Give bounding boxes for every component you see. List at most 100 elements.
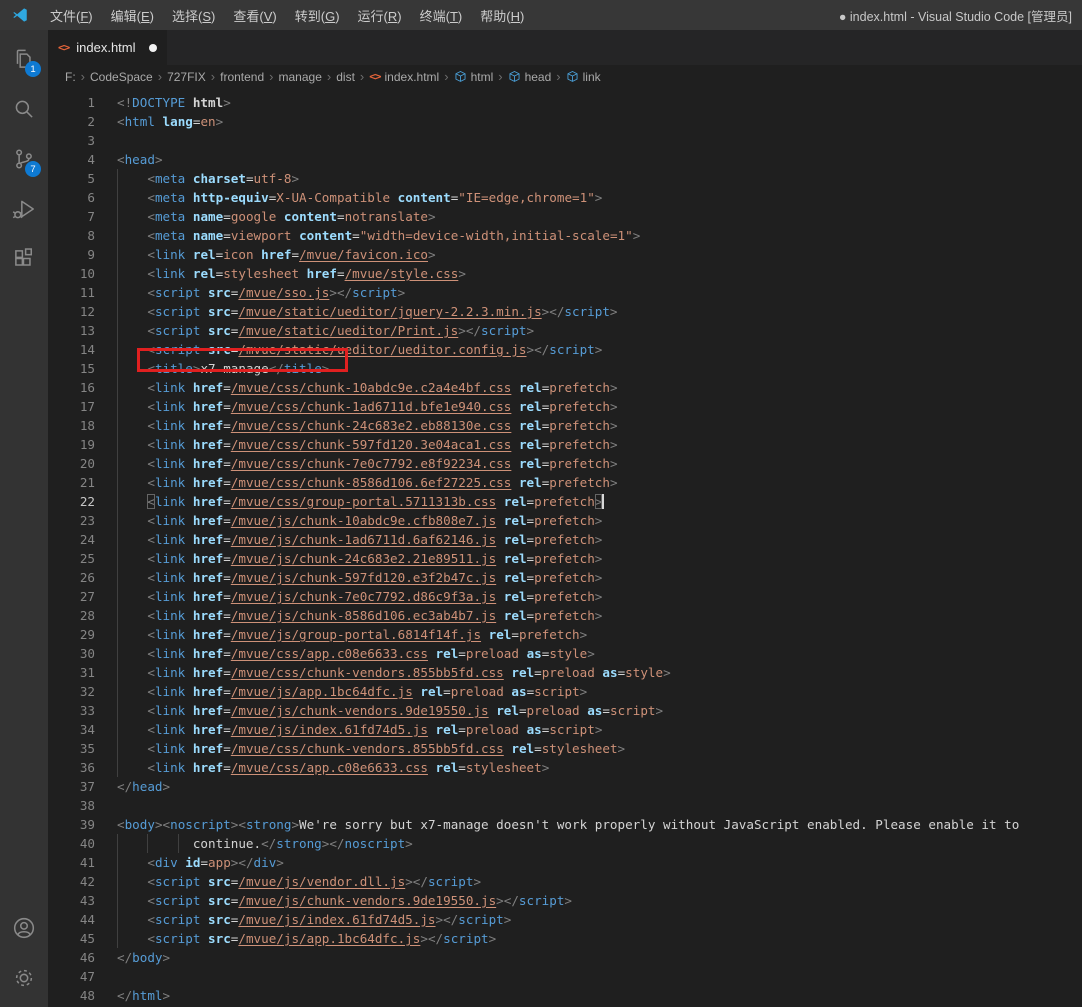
line-number-6[interactable]: 6	[48, 188, 95, 207]
line-number-17[interactable]: 17	[48, 397, 95, 416]
code-line-13[interactable]: 13 <script src=/mvue/static/ueditor/Prin…	[48, 321, 1082, 340]
line-number-42[interactable]: 42	[48, 872, 95, 891]
account-icon[interactable]	[0, 903, 48, 953]
code-line-27[interactable]: 27 <link href=/mvue/js/chunk-7e0c7792.d8…	[48, 587, 1082, 606]
code-line-18[interactable]: 18 <link href=/mvue/css/chunk-24c683e2.e…	[48, 416, 1082, 435]
code-line-33[interactable]: 33 <link href=/mvue/js/chunk-vendors.9de…	[48, 701, 1082, 720]
code-line-17[interactable]: 17 <link href=/mvue/css/chunk-1ad6711d.b…	[48, 397, 1082, 416]
line-number-4[interactable]: 4	[48, 150, 95, 169]
code-line-25[interactable]: 25 <link href=/mvue/js/chunk-24c683e2.21…	[48, 549, 1082, 568]
line-number-29[interactable]: 29	[48, 625, 95, 644]
code-line-20[interactable]: 20 <link href=/mvue/css/chunk-7e0c7792.e…	[48, 454, 1082, 473]
source-control-icon[interactable]: 7	[0, 134, 48, 184]
code-line-19[interactable]: 19 <link href=/mvue/css/chunk-597fd120.3…	[48, 435, 1082, 454]
code-line-8[interactable]: 8 <meta name=viewport content="width=dev…	[48, 226, 1082, 245]
line-number-34[interactable]: 34	[48, 720, 95, 739]
line-number-22[interactable]: 22	[48, 492, 95, 511]
code-line-44[interactable]: 44 <script src=/mvue/js/index.61fd74d5.j…	[48, 910, 1082, 929]
breadcrumb-segment-html[interactable]: html	[454, 70, 494, 84]
code-line-35[interactable]: 35 <link href=/mvue/css/chunk-vendors.85…	[48, 739, 1082, 758]
code-line-26[interactable]: 26 <link href=/mvue/js/chunk-597fd120.e3…	[48, 568, 1082, 587]
code-line-40[interactable]: 40 continue.</strong></noscript>	[48, 834, 1082, 853]
line-number-47[interactable]: 47	[48, 967, 95, 986]
code-line-6[interactable]: 6 <meta http-equiv=X-UA-Compatible conte…	[48, 188, 1082, 207]
menu-run[interactable]: 运行(R)	[349, 3, 411, 28]
line-number-9[interactable]: 9	[48, 245, 95, 264]
run-debug-icon[interactable]	[0, 184, 48, 234]
line-number-18[interactable]: 18	[48, 416, 95, 435]
code-line-5[interactable]: 5 <meta charset=utf-8>	[48, 169, 1082, 188]
code-line-46[interactable]: 46</body>	[48, 948, 1082, 967]
line-number-28[interactable]: 28	[48, 606, 95, 625]
menu-file[interactable]: 文件(F)	[41, 3, 102, 28]
breadcrumb-segment-frontend[interactable]: frontend	[220, 70, 264, 84]
line-number-37[interactable]: 37	[48, 777, 95, 796]
breadcrumb-segment-head[interactable]: head	[508, 70, 552, 84]
line-number-10[interactable]: 10	[48, 264, 95, 283]
code-line-7[interactable]: 7 <meta name=google content=notranslate>	[48, 207, 1082, 226]
line-number-19[interactable]: 19	[48, 435, 95, 454]
line-number-14[interactable]: 14	[48, 340, 95, 359]
code-line-34[interactable]: 34 <link href=/mvue/js/index.61fd74d5.js…	[48, 720, 1082, 739]
code-line-21[interactable]: 21 <link href=/mvue/css/chunk-8586d106.6…	[48, 473, 1082, 492]
line-number-38[interactable]: 38	[48, 796, 95, 815]
code-line-24[interactable]: 24 <link href=/mvue/js/chunk-1ad6711d.6a…	[48, 530, 1082, 549]
extensions-icon[interactable]	[0, 234, 48, 284]
code-line-15[interactable]: 15 <title>x7-manage</title>	[48, 359, 1082, 378]
line-number-23[interactable]: 23	[48, 511, 95, 530]
line-number-15[interactable]: 15	[48, 359, 95, 378]
line-number-12[interactable]: 12	[48, 302, 95, 321]
line-number-33[interactable]: 33	[48, 701, 95, 720]
code-line-28[interactable]: 28 <link href=/mvue/js/chunk-8586d106.ec…	[48, 606, 1082, 625]
code-line-4[interactable]: 4<head>	[48, 150, 1082, 169]
code-line-22[interactable]: 22 <link href=/mvue/css/group-portal.571…	[48, 492, 1082, 511]
breadcrumb-segment-f[interactable]: F:	[65, 70, 76, 84]
line-number-25[interactable]: 25	[48, 549, 95, 568]
line-number-31[interactable]: 31	[48, 663, 95, 682]
settings-gear-icon[interactable]	[0, 953, 48, 1003]
breadcrumb-segment-indexhtml[interactable]: <>index.html	[369, 70, 439, 84]
code-line-31[interactable]: 31 <link href=/mvue/css/chunk-vendors.85…	[48, 663, 1082, 682]
line-number-40[interactable]: 40	[48, 834, 95, 853]
line-number-8[interactable]: 8	[48, 226, 95, 245]
line-number-46[interactable]: 46	[48, 948, 95, 967]
breadcrumb-segment-manage[interactable]: manage	[279, 70, 322, 84]
line-number-21[interactable]: 21	[48, 473, 95, 492]
code-line-42[interactable]: 42 <script src=/mvue/js/vendor.dll.js></…	[48, 872, 1082, 891]
menu-view[interactable]: 查看(V)	[224, 3, 285, 28]
line-number-13[interactable]: 13	[48, 321, 95, 340]
breadcrumb-segment-link[interactable]: link	[566, 70, 601, 84]
code-editor[interactable]: 1<!DOCTYPE html>2<html lang=en>34<head>5…	[48, 88, 1082, 1007]
line-number-27[interactable]: 27	[48, 587, 95, 606]
line-number-48[interactable]: 48	[48, 986, 95, 1005]
code-line-3[interactable]: 3	[48, 131, 1082, 150]
code-line-12[interactable]: 12 <script src=/mvue/static/ueditor/jque…	[48, 302, 1082, 321]
code-line-45[interactable]: 45 <script src=/mvue/js/app.1bc64dfc.js>…	[48, 929, 1082, 948]
breadcrumb-segment-dist[interactable]: dist	[336, 70, 355, 84]
menu-help[interactable]: 帮助(H)	[471, 3, 533, 28]
code-line-32[interactable]: 32 <link href=/mvue/js/app.1bc64dfc.js r…	[48, 682, 1082, 701]
line-number-41[interactable]: 41	[48, 853, 95, 872]
line-number-35[interactable]: 35	[48, 739, 95, 758]
line-number-43[interactable]: 43	[48, 891, 95, 910]
tab-index-html[interactable]: <> index.html	[48, 30, 167, 65]
search-icon[interactable]	[0, 84, 48, 134]
code-line-11[interactable]: 11 <script src=/mvue/sso.js></script>	[48, 283, 1082, 302]
code-line-48[interactable]: 48</html>	[48, 986, 1082, 1005]
code-line-9[interactable]: 9 <link rel=icon href=/mvue/favicon.ico>	[48, 245, 1082, 264]
code-line-47[interactable]: 47	[48, 967, 1082, 986]
line-number-7[interactable]: 7	[48, 207, 95, 226]
code-line-1[interactable]: 1<!DOCTYPE html>	[48, 93, 1082, 112]
line-number-1[interactable]: 1	[48, 93, 95, 112]
code-line-16[interactable]: 16 <link href=/mvue/css/chunk-10abdc9e.c…	[48, 378, 1082, 397]
code-line-23[interactable]: 23 <link href=/mvue/js/chunk-10abdc9e.cf…	[48, 511, 1082, 530]
line-number-30[interactable]: 30	[48, 644, 95, 663]
breadcrumb-segment-codespace[interactable]: CodeSpace	[90, 70, 153, 84]
code-line-14[interactable]: 14 <script src=/mvue/static/ueditor/uedi…	[48, 340, 1082, 359]
line-number-45[interactable]: 45	[48, 929, 95, 948]
explorer-icon[interactable]: 1	[0, 34, 48, 84]
line-number-2[interactable]: 2	[48, 112, 95, 131]
line-number-20[interactable]: 20	[48, 454, 95, 473]
line-number-16[interactable]: 16	[48, 378, 95, 397]
code-line-37[interactable]: 37</head>	[48, 777, 1082, 796]
